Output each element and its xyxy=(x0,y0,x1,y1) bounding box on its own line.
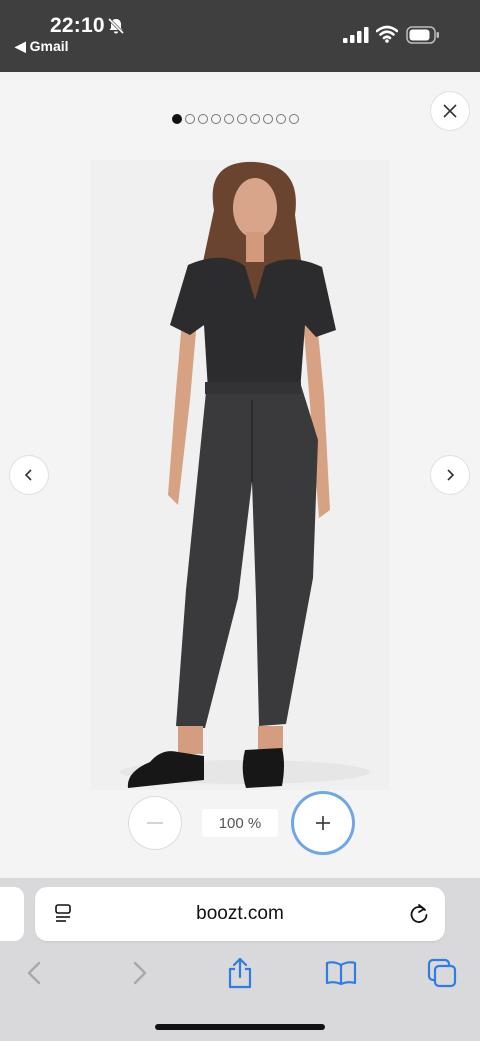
bookmarks-button[interactable] xyxy=(324,956,358,990)
back-to-app-link[interactable]: ◀ Gmail xyxy=(15,38,69,55)
close-viewer-button[interactable] xyxy=(431,92,469,130)
pagination-dot[interactable] xyxy=(289,114,299,124)
share-button[interactable] xyxy=(223,956,257,990)
chevron-left-icon xyxy=(24,469,32,481)
next-image-button[interactable] xyxy=(431,456,469,494)
plus-icon xyxy=(316,816,330,830)
close-icon xyxy=(443,104,457,118)
wifi-icon xyxy=(376,25,398,43)
tabs-button[interactable] xyxy=(425,956,459,990)
forward-button[interactable] xyxy=(122,956,156,990)
url-text[interactable]: boozt.com xyxy=(35,903,445,925)
pagination-dot[interactable] xyxy=(250,114,260,124)
pagination-dot[interactable] xyxy=(211,114,221,124)
tabs-icon xyxy=(427,958,457,988)
status-time: 22:10 xyxy=(50,14,105,37)
chevron-right-icon xyxy=(447,469,455,481)
bell-slash-icon xyxy=(107,17,125,35)
back-arrow-icon xyxy=(27,961,41,985)
pagination-dot[interactable] xyxy=(185,114,195,124)
home-indicator[interactable] xyxy=(155,1024,325,1030)
pagination-dot[interactable] xyxy=(224,114,234,124)
pagination-dot-active[interactable] xyxy=(172,114,182,124)
image-pagination-dots xyxy=(172,114,299,126)
share-icon xyxy=(228,957,252,989)
status-bar: 22:10 ◀ Gmail xyxy=(0,0,480,72)
zoom-out-button[interactable] xyxy=(129,797,181,849)
pagination-dot[interactable] xyxy=(198,114,208,124)
address-bar[interactable]: boozt.com xyxy=(35,887,445,941)
battery-icon xyxy=(406,26,439,44)
zoom-in-button[interactable] xyxy=(294,794,352,852)
pagination-dot[interactable] xyxy=(237,114,247,124)
reload-icon[interactable] xyxy=(407,902,431,926)
pagination-dot[interactable] xyxy=(263,114,273,124)
back-button[interactable] xyxy=(18,956,52,990)
previous-tab-preview[interactable] xyxy=(0,887,24,941)
pagination-dot[interactable] xyxy=(276,114,286,124)
bookmarks-icon xyxy=(325,961,357,986)
zoom-level-readout: 100 % xyxy=(202,809,278,837)
previous-image-button[interactable] xyxy=(10,456,48,494)
minus-icon xyxy=(147,822,163,824)
forward-arrow-icon xyxy=(133,961,147,985)
signal-icon xyxy=(343,27,369,43)
product-image xyxy=(90,160,390,790)
